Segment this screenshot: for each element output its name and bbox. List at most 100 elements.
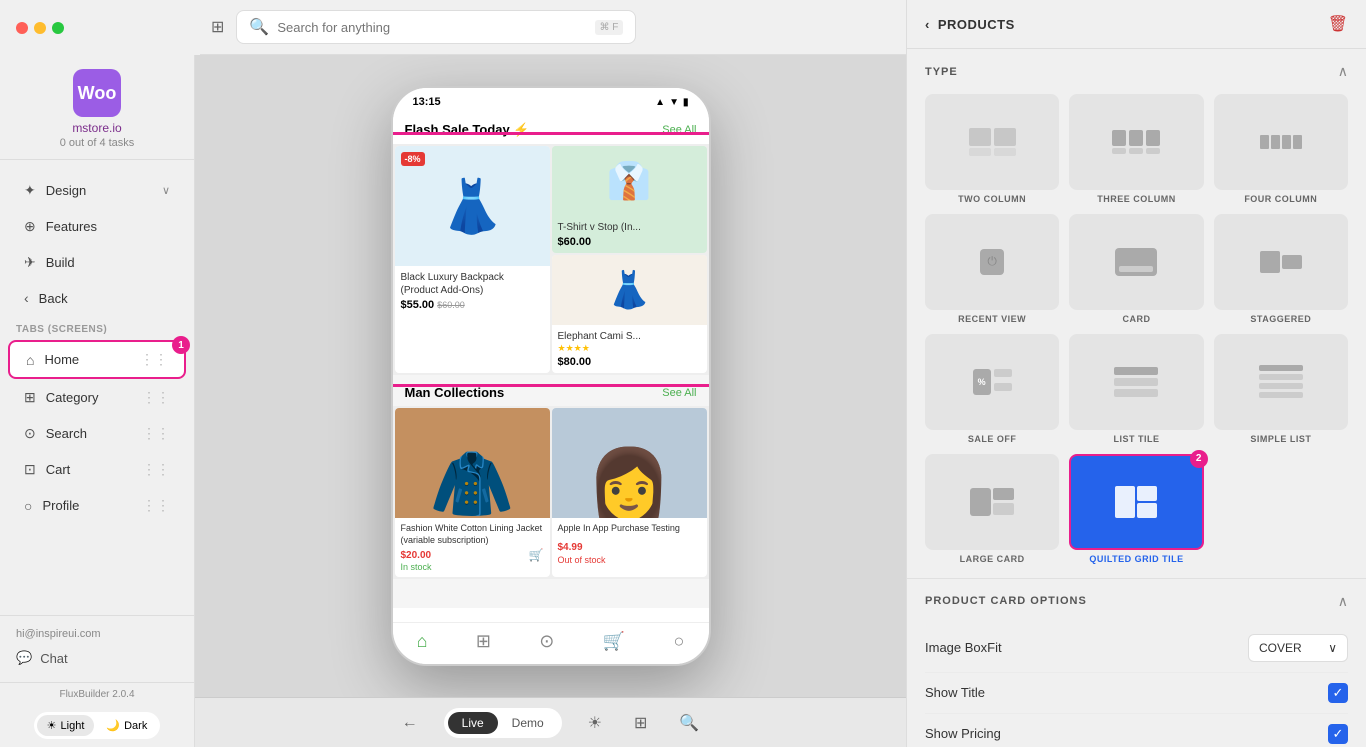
product-card-options-title: PRODUCT CARD OPTIONS: [925, 595, 1087, 607]
search-bar[interactable]: 🔍 ⌘ F: [236, 10, 636, 44]
theme-toggle[interactable]: ☀ Light 🌙 Dark: [34, 712, 161, 739]
type-two-column[interactable]: TWO COLUMN: [925, 94, 1059, 204]
product-card-0[interactable]: 👗 -8% Black Luxury Backpack (Product Add…: [395, 146, 550, 373]
show-pricing-checkbox[interactable]: ✓: [1328, 724, 1348, 744]
sun-icon: ☀: [47, 719, 57, 732]
type-large-card[interactable]: LARGE CARD: [925, 454, 1059, 564]
type-quilted-grid[interactable]: 2 QUILTED GRID TILE: [1069, 454, 1203, 564]
product-name-1: T-Shirt v Stop (In...: [558, 221, 701, 234]
tasks-label: 0 out of 4 tasks: [60, 137, 135, 149]
product-price-1: $60.00: [558, 236, 701, 248]
tabs-section-label: Tabs (screens): [0, 316, 194, 339]
show-title-row: Show Title ✓: [925, 673, 1348, 714]
grid-view-icon[interactable]: ⊞: [628, 707, 653, 739]
man-collections-see-all[interactable]: See All: [662, 387, 696, 399]
product-card-2[interactable]: 👗 Elephant Cami S... ★★★★ $80.00: [552, 255, 707, 373]
bottom-nav-profile[interactable]: ○: [673, 631, 684, 652]
minimize-button[interactable]: [34, 22, 46, 34]
type-sale-off[interactable]: % SALE OFF: [925, 334, 1059, 444]
sidebar-item-features[interactable]: ⊕ Features: [8, 209, 186, 244]
product-card-1[interactable]: 👔 T-Shirt v Stop (In... $60.00: [552, 146, 707, 253]
product-info-1: T-Shirt v Stop (In... $60.00: [552, 216, 707, 253]
type-recent-view-label: RECENT VIEW: [958, 314, 1026, 324]
bottom-nav-home[interactable]: ⌂: [417, 631, 428, 652]
bottom-category-icon: ⊞: [476, 631, 491, 652]
search-nav-icon: ⊙: [24, 425, 36, 442]
type-three-column[interactable]: THREE COLUMN: [1069, 94, 1203, 204]
sidebar-item-cart[interactable]: ⊡ Cart ⋮⋮: [8, 452, 186, 487]
back-nav-button[interactable]: ←: [396, 708, 424, 738]
bottom-nav-category[interactable]: ⊞: [476, 631, 491, 652]
type-recent-view-icon: ⏻: [925, 214, 1059, 310]
type-collapse-button[interactable]: ∧: [1338, 63, 1348, 80]
live-demo-toggle[interactable]: Live Demo: [444, 708, 562, 738]
category-icon: ⊞: [24, 389, 36, 406]
man-collections-grid: 🧥 Fashion White Cotton Lining Jacket (va…: [393, 406, 709, 579]
back-panel-icon[interactable]: ‹: [925, 17, 930, 32]
user-email: hi@inspireui.com: [16, 628, 178, 640]
type-list-tile-icon: [1069, 334, 1203, 430]
right-panel: ‹ PRODUCTS 🗑 TYPE ∧: [906, 0, 1366, 747]
home-label: Home: [44, 352, 79, 367]
collection-card-0[interactable]: 🧥 Fashion White Cotton Lining Jacket (va…: [395, 408, 550, 577]
image-boxfit-label: Image BoxFit: [925, 640, 1002, 655]
light-label: Light: [61, 720, 85, 732]
zoom-icon[interactable]: 🔍: [673, 707, 705, 739]
image-boxfit-select[interactable]: COVER ∨: [1248, 634, 1348, 662]
type-recent-view[interactable]: ⏻ RECENT VIEW: [925, 214, 1059, 324]
demo-button[interactable]: Demo: [498, 712, 558, 734]
sidebar-item-design[interactable]: ✦ Design ∨: [8, 173, 186, 208]
type-list-tile-label: LIST TILE: [1113, 434, 1159, 444]
features-icon: ⊕: [24, 218, 36, 235]
collection-card-1[interactable]: 👩 Apple In App Purchase Testing $4.99 Ou…: [552, 408, 707, 577]
phone-content: Flash Sale Today ⚡ See All 👗 -8% Black L…: [393, 112, 709, 608]
sidebar-footer: hi@inspireui.com 💬 Chat: [0, 615, 194, 682]
brightness-icon[interactable]: ☀: [582, 707, 608, 739]
version-label: FluxBuilder 2.0.4: [8, 689, 186, 700]
bottom-nav-cart[interactable]: 🛒: [603, 631, 625, 652]
product-name-2: Elephant Cami S...: [558, 330, 701, 343]
type-list-tile[interactable]: LIST TILE: [1069, 334, 1203, 444]
type-card[interactable]: CARD: [1069, 214, 1203, 324]
sidebar-item-back[interactable]: ‹ Back: [8, 281, 186, 315]
sidebar-item-search[interactable]: ⊙ Search ⋮⋮: [8, 416, 186, 451]
drag-handle-icon: ⋮⋮: [142, 389, 170, 406]
show-title-checkbox[interactable]: ✓: [1328, 683, 1348, 703]
man-collections-header: Man Collections See All: [393, 375, 709, 406]
type-four-column[interactable]: FOUR COLUMN: [1214, 94, 1348, 204]
type-simple-list[interactable]: SIMPLE LIST: [1214, 334, 1348, 444]
search-input[interactable]: [277, 20, 586, 35]
sidebar-item-build[interactable]: ✈ Build: [8, 245, 186, 280]
fullscreen-button[interactable]: [52, 22, 64, 34]
collection-stock-0: In stock: [401, 562, 544, 572]
sidebar-item-category[interactable]: ⊞ Category ⋮⋮: [8, 380, 186, 415]
sidebar-item-profile[interactable]: ○ Profile ⋮⋮: [8, 488, 186, 523]
product-info-2: Elephant Cami S... ★★★★ $80.00: [552, 325, 707, 373]
chat-item[interactable]: 💬 Chat: [16, 646, 178, 670]
phone-time: 13:15: [413, 96, 441, 108]
light-mode-button[interactable]: ☀ Light: [37, 715, 95, 736]
product-options-collapse-button[interactable]: ∧: [1338, 593, 1348, 610]
collection-name-1: Apple In App Purchase Testing: [558, 523, 701, 535]
bottom-home-icon: ⌂: [417, 631, 428, 652]
step-2-badge: 2: [1190, 450, 1208, 468]
type-staggered[interactable]: STAGGERED: [1214, 214, 1348, 324]
site-name: mstore.io: [72, 121, 121, 135]
bottom-profile-icon: ○: [673, 631, 684, 652]
close-button[interactable]: [16, 22, 28, 34]
cart-add-icon-0[interactable]: 🛒: [529, 548, 544, 562]
sidebar-nav: ✦ Design ∨ ⊕ Features ✈ Build ‹ Back Tab…: [0, 160, 194, 615]
signal-icon: ▼: [669, 97, 679, 108]
main-content: ⊞ 🔍 ⌘ F 13:15 ▲ ▼ ▮ Flash Sale Today: [195, 0, 906, 747]
category-label: Category: [46, 390, 99, 405]
sidebar-item-home[interactable]: ⌂ Home ⋮⋮ 1: [8, 340, 186, 379]
trash-icon[interactable]: 🗑: [1328, 14, 1348, 34]
flash-sale-see-all[interactable]: See All: [662, 124, 696, 136]
drag-handle-icon: ⋮⋮: [142, 425, 170, 442]
type-two-column-label: TWO COLUMN: [958, 194, 1026, 204]
grid-apps-icon[interactable]: ⊞: [211, 17, 224, 37]
dark-mode-button[interactable]: 🌙 Dark: [96, 715, 157, 736]
bottom-nav-search[interactable]: ⊙: [539, 631, 554, 652]
man-collections-title: Man Collections: [405, 385, 505, 400]
live-button[interactable]: Live: [448, 712, 498, 734]
